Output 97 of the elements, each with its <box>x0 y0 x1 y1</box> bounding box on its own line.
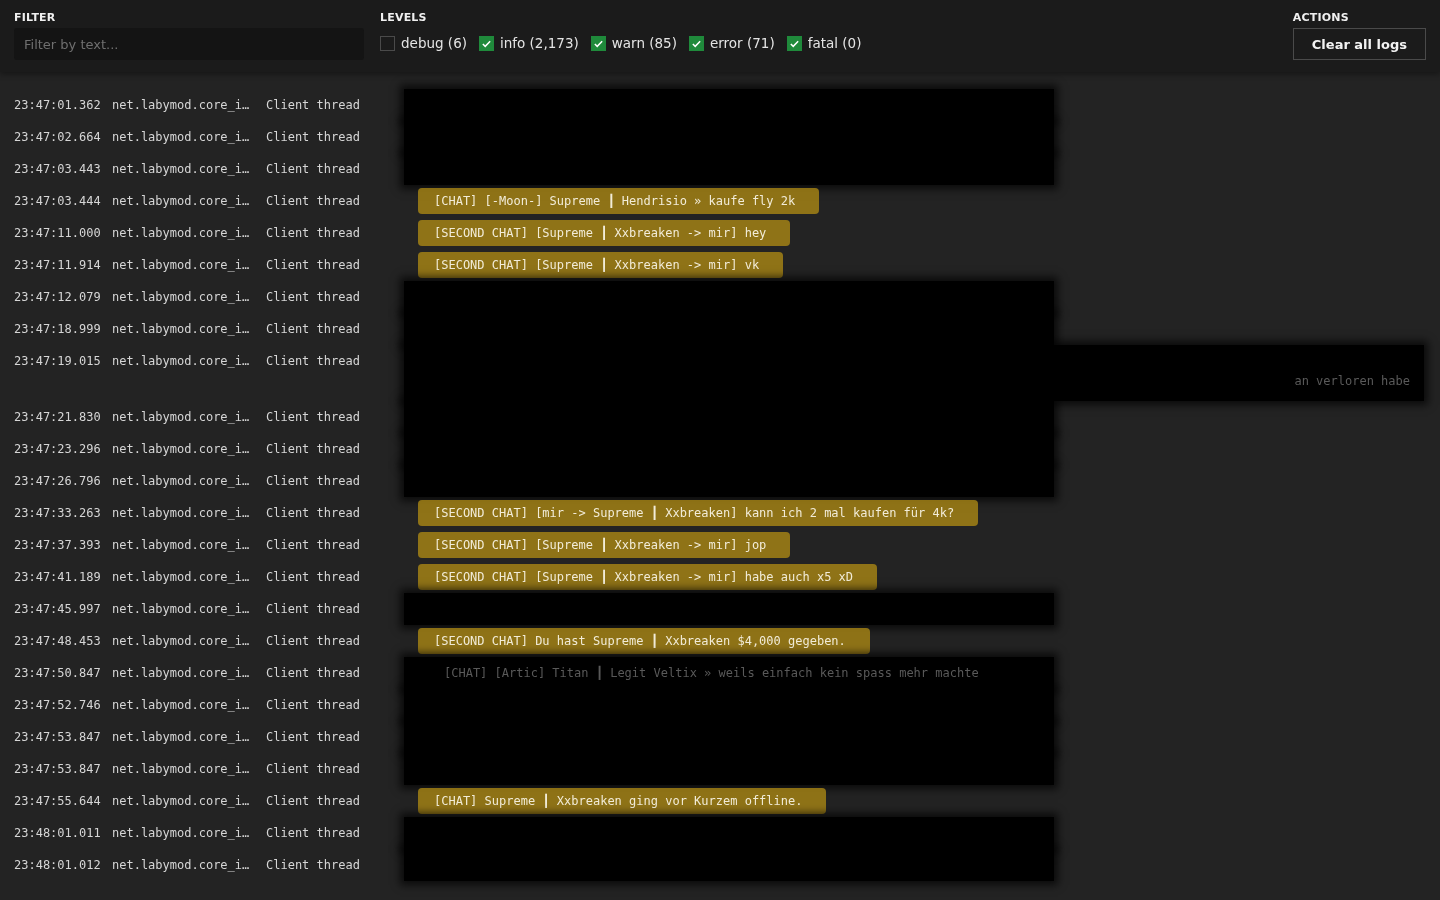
thread-cell-text: Client thread <box>266 129 361 146</box>
highlighted-message: [SECOND CHAT] [Supreme ┃ Xxbreaken -> mir] habe auch x5 xD <box>418 564 878 590</box>
thread-cell-text: Client thread <box>266 825 361 842</box>
checkbox-icon[interactable] <box>590 35 606 51</box>
thread-cell-text: Client thread <box>266 97 361 114</box>
thread-cell-text: Client thread <box>266 665 361 682</box>
module-cell-text: net.labymod.core_i… <box>112 129 251 146</box>
highlighted-message: [SECOND CHAT] [mir -> Supreme ┃ Xxbreaken] kann ich 2 mal kaufen für 4k? <box>418 500 979 526</box>
time-cell-text: 23:47:50.847 <box>13 665 102 682</box>
time-cell-text: 23:47:37.393 <box>13 537 102 554</box>
thread-cell-text: Client thread <box>266 193 361 210</box>
thread-cell-text: Client thread <box>266 289 361 306</box>
module-cell-text: net.labymod.core_i… <box>112 257 251 274</box>
actions-label: ACTIONS <box>1292 11 1350 24</box>
module-cell-text: net.labymod.core_i… <box>112 441 251 458</box>
module-cell-text: net.labymod.core_i… <box>112 761 251 778</box>
time-cell-text: 23:47:12.079 <box>13 289 102 306</box>
time-cell-text: 23:48:01.012 <box>13 857 102 874</box>
module-cell-text: net.labymod.core_i… <box>112 793 251 810</box>
level-checkbox[interactable]: info (2,173) <box>479 35 579 51</box>
highlighted-message: [SECOND CHAT] [Supreme ┃ Xxbreaken -> mir] vk <box>418 252 784 278</box>
time-cell-text: 23:47:41.189 <box>13 569 102 586</box>
module-cell-text: net.labymod.core_i… <box>112 601 251 618</box>
thread-cell-text: Client thread <box>266 729 361 746</box>
level-checkbox[interactable]: error (71) <box>688 35 775 51</box>
time-cell-text: 23:47:55.644 <box>13 793 102 810</box>
filter-label: FILTER <box>14 11 57 24</box>
module-cell-text: net.labymod.core_i… <box>112 857 251 874</box>
checkbox-icon[interactable] <box>688 35 704 51</box>
thread-cell-text: Client thread <box>266 793 361 810</box>
module-cell-text: net.labymod.core_i… <box>112 161 251 178</box>
time-cell-text: 23:47:53.847 <box>13 761 102 778</box>
module-cell-text: net.labymod.core_i… <box>112 665 251 682</box>
highlighted-message: [SECOND CHAT] Du hast Supreme ┃ Xxbreaken $4,000 gegeben. <box>418 628 870 654</box>
time-cell-text: 23:47:03.443 <box>13 161 102 178</box>
module-cell-text: net.labymod.core_i… <box>112 321 251 338</box>
thread-cell-text: Client thread <box>266 857 361 874</box>
thread-cell-text: Client thread <box>266 601 361 618</box>
log-message: [CHAT] [Artic] Titan ┃ Legit Veltix » weils einfach kein spass mehr machte <box>444 664 979 682</box>
log-message: an verloren habe <box>1294 373 1410 390</box>
module-cell-text: net.labymod.core_i… <box>112 697 251 714</box>
time-cell-text: 23:47:48.453 <box>13 633 102 650</box>
thread-cell-text: Client thread <box>266 161 361 178</box>
thread-cell-text: Client thread <box>266 225 361 242</box>
level-checkbox[interactable]: debug (6) <box>380 35 467 51</box>
level-checkbox[interactable]: fatal (0) <box>786 35 862 51</box>
module-cell-text: net.labymod.core_i… <box>112 729 251 746</box>
time-cell-text: 23:47:03.444 <box>13 193 102 210</box>
thread-cell-text: Client thread <box>266 633 361 650</box>
checkbox-icon[interactable] <box>786 35 802 51</box>
highlighted-message: [CHAT] [-Moon-] Supreme ┃ Hendrisio » kaufe fly 2k <box>418 188 820 214</box>
time-cell-text: 23:47:45.997 <box>13 601 102 618</box>
time-cell-text: 23:47:53.847 <box>13 729 102 746</box>
thread-cell-text: Client thread <box>266 697 361 714</box>
thread-cell-text: Client thread <box>266 409 361 426</box>
module-cell-text: net.labymod.core_i… <box>112 289 251 306</box>
thread-cell-text: Client thread <box>266 321 361 338</box>
module-cell-text: net.labymod.core_i… <box>112 97 251 114</box>
module-cell-text: net.labymod.core_i… <box>112 409 251 426</box>
checkbox-icon[interactable] <box>380 35 395 51</box>
time-cell-text: 23:47:19.015 <box>13 353 102 370</box>
thread-cell-text: Client thread <box>266 473 361 490</box>
thread-cell-text: Client thread <box>266 353 361 370</box>
thread-cell-text: Client thread <box>266 441 361 458</box>
highlighted-message: [SECOND CHAT] [Supreme ┃ Xxbreaken -> mir] hey <box>418 220 791 246</box>
time-cell-text: 23:47:23.296 <box>13 441 102 458</box>
module-cell-text: net.labymod.core_i… <box>112 569 251 586</box>
highlighted-message: [SECOND CHAT] [Supreme ┃ Xxbreaken -> mir] jop <box>418 532 791 558</box>
time-cell-text: 23:47:11.000 <box>13 225 102 242</box>
module-cell-text: net.labymod.core_i… <box>112 825 251 842</box>
checkbox-icon[interactable] <box>479 35 494 51</box>
module-cell-text: net.labymod.core_i… <box>112 225 251 242</box>
time-cell-text: 23:48:01.011 <box>13 825 102 842</box>
level-checkbox[interactable]: warn (85) <box>590 35 677 51</box>
module-cell-text: net.labymod.core_i… <box>112 193 251 210</box>
time-cell-text: 23:47:52.746 <box>13 697 102 714</box>
thread-cell-text: Client thread <box>266 569 361 586</box>
filter-field[interactable]: Filter by text... <box>14 28 364 60</box>
levels-label: LEVELS <box>380 11 428 24</box>
module-cell-text: net.labymod.core_i… <box>112 633 251 650</box>
thread-cell-text: Client thread <box>266 537 361 554</box>
time-cell-text: 23:47:11.914 <box>13 257 102 274</box>
module-cell-text: net.labymod.core_i… <box>112 353 251 370</box>
thread-cell-text: Client thread <box>266 761 361 778</box>
module-cell-text: net.labymod.core_i… <box>112 537 251 554</box>
time-cell-text: 23:47:33.263 <box>13 505 102 522</box>
time-cell-text: 23:47:18.999 <box>13 321 102 338</box>
time-cell-text: 23:47:02.664 <box>13 129 102 146</box>
highlighted-message: [CHAT] Supreme ┃ Xxbreaken ging vor Kurzem offline. <box>418 788 827 814</box>
thread-cell-text: Client thread <box>266 505 361 522</box>
module-cell-text: net.labymod.core_i… <box>112 473 251 490</box>
thread-cell-text: Client thread <box>266 257 361 274</box>
time-cell-text: 23:47:01.362 <box>13 97 102 114</box>
time-cell-text: 23:47:26.796 <box>13 473 102 490</box>
clear-logs-button[interactable]: Clear all logs <box>1292 28 1426 60</box>
time-cell-text: 23:47:21.830 <box>13 409 102 426</box>
module-cell-text: net.labymod.core_i… <box>112 505 251 522</box>
